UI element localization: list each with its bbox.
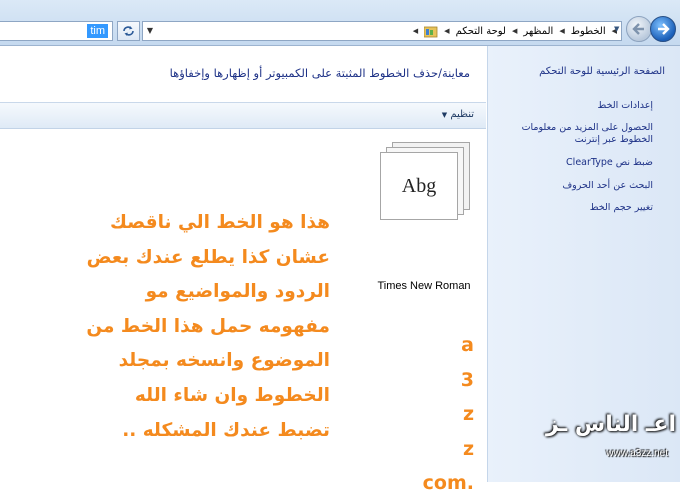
address-bar: tim ▼ ◀ ◀ لوحة التحكم ◀ المظهر ◀ الخطوط … (0, 0, 680, 46)
organize-label: تنظيم (450, 109, 474, 120)
overlay-line: عشان كذا يطلع عندك بعض (86, 246, 330, 268)
organize-button[interactable]: تنظيم ▼ (442, 109, 474, 120)
arrow-left-icon (632, 23, 644, 35)
watermark-url: www.a3zz.net (606, 448, 668, 459)
recent-pages-icon[interactable]: ▼ (614, 25, 619, 33)
overlay-side-char: com. (422, 472, 474, 495)
font-name: Times New Roman (377, 280, 471, 292)
overlay-line: الموضوع وانسخه بمجلد (118, 350, 330, 372)
get-more-fonts-link[interactable]: الحصول على المزيد من معلومات الخطوط عبر … (493, 122, 653, 146)
breadcrumb-control-panel[interactable]: لوحة التحكم (456, 26, 506, 37)
address-dropdown-icon[interactable]: ▼ (143, 22, 157, 40)
refresh-button[interactable] (117, 21, 140, 41)
back-button[interactable] (650, 16, 676, 42)
find-character-link[interactable]: البحث عن أحد الحروف (493, 180, 653, 192)
overlay-message: هذا هو الخط الي ناقصك عشان كذا يطلع عندك … (52, 206, 330, 448)
control-panel-home-link[interactable]: الصفحة الرئيسية للوحة التحكم (539, 66, 665, 77)
font-preview-page: Abg (380, 152, 458, 220)
refresh-icon (123, 26, 134, 36)
cleartype-link[interactable]: ضبط نص ClearType (493, 157, 653, 169)
overlay-line: مفهومه حمل هذا الخط من (86, 315, 330, 337)
chevron-icon[interactable]: ◀ (559, 27, 564, 35)
chevron-down-icon: ▼ (441, 111, 448, 119)
overlay-line: تضبط عندك المشكله .. (122, 419, 330, 441)
watermark-logo: اعـ الناس ـز www.a3zz.net (546, 412, 680, 474)
search-selected-text: tim (87, 24, 108, 38)
address-field[interactable]: ▼ ◀ ◀ لوحة التحكم ◀ المظهر ◀ الخطوط ◀ (142, 21, 622, 41)
overlay-line: الردود والمواضيع مو (145, 281, 330, 303)
overlay-side-char: a (461, 334, 474, 356)
control-panel-icon (423, 25, 438, 38)
overlay-side-char: z (462, 437, 474, 460)
watermark-text: اعـ الناس ـز (545, 412, 676, 437)
overlay-side-text: a 3 z z com. (400, 328, 474, 501)
overlay-line: الخطوط وان شاء الله (134, 384, 330, 406)
font-settings-link[interactable]: إعدادات الخط (493, 100, 653, 112)
arrow-right-icon (658, 23, 670, 35)
overlay-line: هذا هو الخط الي ناقصك (110, 212, 330, 233)
breadcrumb-fonts[interactable]: الخطوط (571, 26, 606, 37)
overlay-side-char: z (462, 403, 474, 426)
breadcrumb-appearance[interactable]: المظهر (523, 26, 553, 37)
content-pane: معاينة/حذف الخطوط المثبتة على الكمبيوتر … (0, 46, 486, 494)
breadcrumb: ◀ ◀ لوحة التحكم ◀ المظهر ◀ الخطوط ◀ (413, 22, 617, 40)
chevron-icon[interactable]: ◀ (444, 27, 449, 35)
command-bar: تنظيم ▼ (0, 102, 486, 129)
page-title: معاينة/حذف الخطوط المثبتة على الكمبيوتر … (169, 66, 470, 80)
forward-button[interactable] (626, 16, 652, 42)
chevron-icon[interactable]: ◀ (413, 27, 418, 35)
change-font-size-link[interactable]: تغيير حجم الخط (493, 202, 653, 214)
search-input[interactable]: tim (0, 21, 113, 41)
font-preview: Abg (401, 175, 437, 197)
chevron-icon[interactable]: ◀ (512, 27, 517, 35)
overlay-side-char: 3 (460, 368, 474, 391)
